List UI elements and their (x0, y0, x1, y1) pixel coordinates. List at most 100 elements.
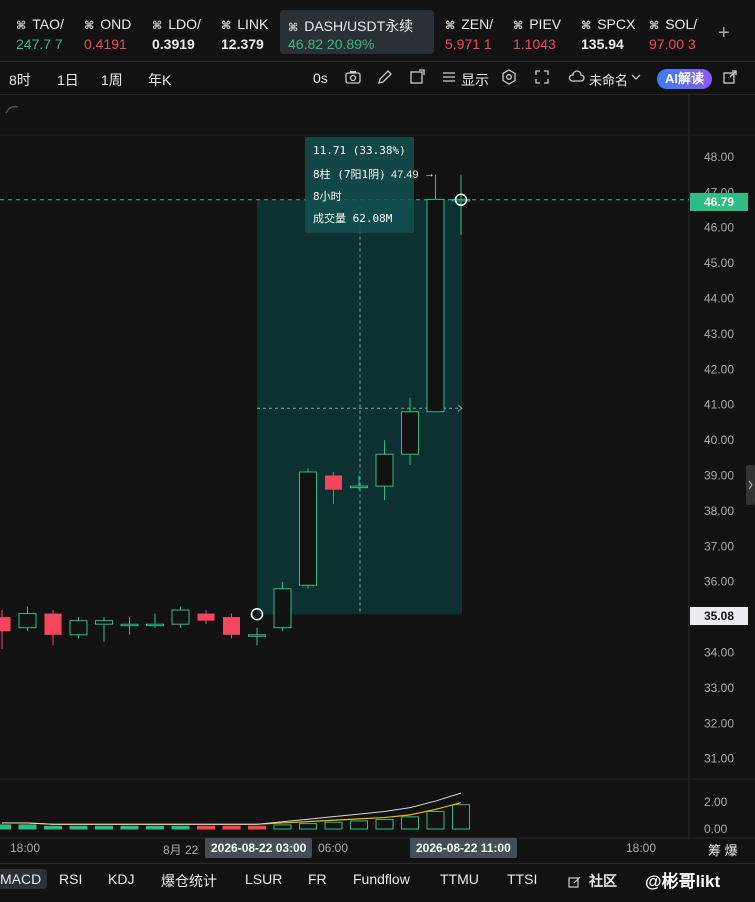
time-label: 06:00 (318, 841, 349, 855)
tab-ttmu[interactable]: TTMU (440, 871, 479, 887)
display-toggle[interactable]: 显示 (461, 70, 489, 90)
measure-bars: 8柱 (7阳1阴) (313, 168, 386, 181)
ticker-price: 247.7 7 (16, 36, 63, 52)
tab-kdj[interactable]: KDJ (108, 871, 134, 887)
ticker-price: 97.00 3 (649, 36, 696, 52)
price-axis-label: 48.00 (704, 150, 734, 164)
candle-body[interactable] (171, 609, 190, 625)
candle-body[interactable] (401, 411, 419, 455)
candle-body[interactable] (69, 620, 88, 636)
ticker-tab[interactable]: ⌘ OND 0.4191 (76, 10, 138, 54)
price-axis-label: 37.00 (704, 539, 734, 553)
candle-body[interactable] (120, 623, 139, 627)
cloud-icon[interactable] (568, 68, 586, 86)
ticker-symbol-text: SPCX (597, 16, 635, 32)
redo-icon[interactable] (5, 106, 19, 114)
tab-rsi[interactable]: RSI (59, 871, 82, 887)
chevron-down-icon[interactable] (627, 68, 645, 86)
ticker-tab[interactable]: ⌘ TAO/247.7 7 (8, 10, 70, 54)
price-axis-label: 42.00 (704, 362, 734, 376)
add-tab-button[interactable]: + (718, 22, 730, 45)
tab-liquidation[interactable]: 爆仓统计 (161, 871, 217, 891)
list-icon[interactable] (440, 68, 458, 86)
measure-change: 11.71 (33.38%) (313, 144, 406, 157)
candle-body[interactable] (44, 613, 62, 635)
volume-bar (18, 824, 37, 830)
ticker-tab[interactable]: ⌘ LDO/0.3919 (144, 10, 206, 54)
perpetual-icon: ⌘ (16, 20, 27, 32)
ticker-tab[interactable]: ⌘ DASH/USDT永续 46.82 20.89% (280, 10, 434, 54)
fullscreen-icon[interactable] (533, 68, 551, 86)
ticker-symbol: ⌘ TAO/ (16, 16, 64, 32)
candle-body[interactable] (223, 617, 240, 635)
chip-burst-labels[interactable]: 筹 爆 (708, 840, 738, 859)
ticker-tab[interactable]: ⌘ ZEN/5.971 1 (437, 10, 499, 54)
candle-body[interactable] (426, 198, 445, 413)
candle-body[interactable] (248, 634, 266, 637)
volume-bar (95, 825, 113, 830)
ticker-symbol-text: DASH/USDT永续 (304, 18, 414, 34)
tab-ttsi[interactable]: TTSI (507, 871, 537, 887)
ticker-symbol-text: PIEV (529, 16, 562, 32)
ticker-tab[interactable]: ⌘ LINK 12.379 (213, 10, 275, 54)
time-label: 18:00 (626, 841, 657, 855)
volume-axis-label: 0.00 (704, 822, 728, 836)
ticker-price: 0.3919 (152, 36, 195, 52)
volume-bar (0, 824, 11, 830)
layout-name[interactable]: 未命名 (589, 70, 628, 89)
volume-bar (146, 825, 164, 830)
pencil-icon[interactable] (376, 68, 394, 86)
side-panel-handle[interactable] (746, 465, 755, 505)
candle-body[interactable] (18, 613, 37, 629)
candle-body[interactable] (273, 588, 292, 629)
ticker-tab[interactable]: ⌘ PIEV 1.1043 (505, 10, 567, 54)
candle-body[interactable] (325, 475, 342, 490)
camera-icon[interactable] (344, 68, 362, 86)
ticker-bar: ⌘ TAO/247.7 7 ⌘ OND 0.4191 ⌘ LDO/0.3919 ⌘ LINK 12… (0, 0, 755, 62)
edit-icon[interactable] (568, 875, 582, 889)
note-icon[interactable] (408, 68, 426, 86)
interval-1d[interactable]: 1日 (57, 70, 79, 90)
candle-body[interactable] (95, 620, 113, 625)
candle-body[interactable] (350, 485, 368, 489)
ticker-tab[interactable]: ⌘ SOL/97.00 3 (641, 10, 703, 54)
price-axis-label: 44.00 (704, 292, 734, 306)
tab-fr[interactable]: FR (308, 871, 327, 887)
candle-body[interactable] (299, 471, 317, 586)
ticker-symbol-text: SOL/ (665, 16, 698, 32)
ticker-price: 0.4191 (84, 36, 127, 52)
settings-icon[interactable] (500, 68, 518, 86)
ticker-price: 5.971 1 (445, 36, 492, 52)
perpetual-icon: ⌘ (84, 20, 95, 32)
candle-body[interactable] (0, 617, 11, 632)
time-pill-start: 2026-08-22 03:00 (205, 838, 313, 858)
interval-1w[interactable]: 1周 (101, 70, 123, 90)
tab-fundflow[interactable]: Fundflow (353, 871, 410, 887)
time-label: 18:00 (10, 841, 41, 855)
ai-analysis-button[interactable]: AI解读 (657, 69, 712, 89)
ticker-symbol: ⌘ LDO/ (152, 16, 201, 32)
ticker-symbol-text: OND (100, 16, 132, 32)
perpetual-icon: ⌘ (581, 20, 592, 32)
ticker-tab[interactable]: ⌘ SPCX 135.94 (573, 10, 635, 54)
candle-body[interactable] (375, 453, 394, 487)
community-link[interactable]: 社区 (589, 871, 617, 891)
ticker-symbol-text: ZEN/ (461, 16, 494, 32)
share-icon[interactable] (721, 68, 739, 86)
volume-bar (171, 825, 190, 830)
tab-macd[interactable]: MACD (0, 869, 48, 889)
perpetual-icon: ⌘ (152, 20, 163, 32)
volume-bar (120, 825, 139, 830)
chart-toolbar: 8时 1日 1周 年K 0s 显示 未命名 (0, 62, 755, 95)
ticker-symbol-text: TAO/ (32, 16, 64, 32)
candle-body[interactable] (146, 623, 164, 627)
price-axis-label: 46.00 (704, 221, 734, 235)
tab-lsur[interactable]: LSUR (245, 871, 282, 887)
replay-0s[interactable]: 0s (313, 70, 328, 86)
price-axis-label: 38.00 (704, 504, 734, 518)
interval-1y[interactable]: 年K (148, 70, 171, 90)
interval-8h[interactable]: 8时 (9, 70, 31, 90)
volume-bar (452, 804, 470, 830)
candle-body[interactable] (197, 613, 215, 621)
perpetual-icon: ⌘ (288, 22, 299, 34)
